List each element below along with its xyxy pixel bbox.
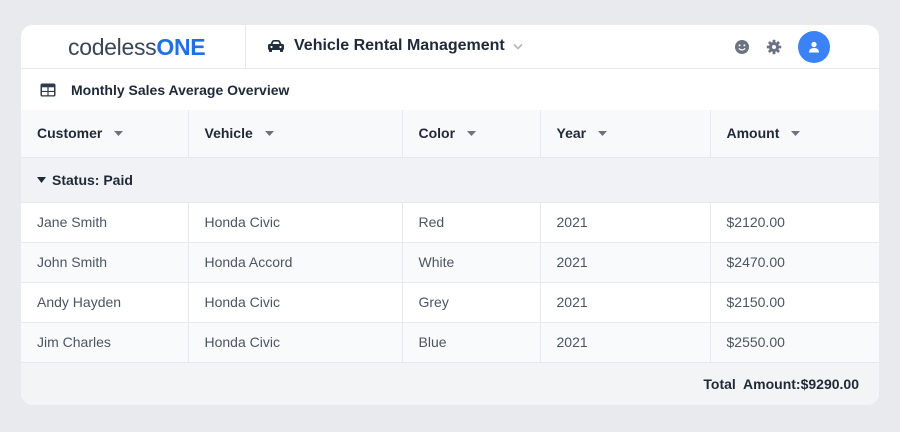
cell-color: Blue	[402, 322, 541, 363]
column-header-label: Vehicle	[204, 125, 253, 142]
app-title: Vehicle Rental Management	[294, 37, 505, 54]
cell-customer: Jim Charles	[21, 322, 189, 363]
sort-caret-icon[interactable]	[114, 130, 124, 136]
total-value: $9290.00	[800, 375, 859, 392]
column-header-customer[interactable]: Customer	[21, 110, 189, 158]
cell-color: White	[402, 242, 541, 283]
cell-year: 2021	[540, 322, 711, 363]
table-row[interactable]: Andy Hayden Honda Civic Grey 2021 $2150.…	[21, 282, 879, 323]
sort-caret-icon[interactable]	[598, 130, 608, 136]
table-header-row: Customer Vehicle Color Year Amount	[21, 110, 879, 158]
top-bar: codelessONE Vehicle Rental Management	[21, 25, 879, 69]
section-title: Monthly Sales Average Overview	[71, 81, 290, 98]
cell-color: Grey	[402, 282, 541, 323]
table-row[interactable]: Jane Smith Honda Civic Red 2021 $2120.00	[21, 202, 879, 243]
column-header-label: Customer	[37, 125, 103, 142]
cell-year: 2021	[540, 242, 711, 283]
sales-table: Customer Vehicle Color Year Amount Statu…	[21, 110, 879, 363]
cell-customer: Jane Smith	[21, 202, 189, 243]
table-icon	[40, 83, 56, 96]
logo-text-codeless: codeless	[68, 34, 157, 60]
gear-icon[interactable]	[766, 39, 782, 55]
sort-caret-icon[interactable]	[467, 130, 477, 136]
sort-caret-icon[interactable]	[264, 130, 274, 136]
cell-amount: $2550.00	[710, 322, 879, 363]
cell-vehicle: Honda Civic	[188, 202, 403, 243]
car-icon	[268, 40, 284, 52]
table-footer: Total Amount: $9290.00	[21, 362, 879, 405]
cell-customer: Andy Hayden	[21, 282, 189, 323]
user-avatar[interactable]	[798, 31, 830, 63]
column-header-label: Year	[556, 125, 587, 142]
chevron-down-icon	[513, 43, 523, 50]
column-header-color[interactable]: Color	[402, 110, 541, 158]
collapse-triangle-icon[interactable]	[37, 176, 46, 183]
table-row[interactable]: John Smith Honda Accord White 2021 $2470…	[21, 242, 879, 283]
sort-caret-icon[interactable]	[791, 130, 801, 136]
total-label: Total Amount:	[703, 375, 801, 392]
cell-year: 2021	[540, 282, 711, 323]
column-header-vehicle[interactable]: Vehicle	[188, 110, 403, 158]
column-header-label: Color	[418, 125, 456, 142]
cell-vehicle: Honda Civic	[188, 322, 403, 363]
cell-amount: $2120.00	[710, 202, 879, 243]
cell-amount: $2150.00	[710, 282, 879, 323]
app-switcher[interactable]: Vehicle Rental Management	[267, 37, 523, 55]
cell-vehicle: Honda Civic	[188, 282, 403, 323]
smiley-icon[interactable]	[734, 39, 750, 55]
group-label: Status: Paid	[52, 171, 133, 188]
app-window: codelessONE Vehicle Rental Management Mo…	[21, 25, 879, 405]
cell-customer: John Smith	[21, 242, 189, 283]
divider	[245, 25, 246, 69]
group-row[interactable]: Status: Paid	[21, 157, 879, 203]
table-row[interactable]: Jim Charles Honda Civic Blue 2021 $2550.…	[21, 322, 879, 363]
column-header-label: Amount	[726, 125, 780, 142]
cell-amount: $2470.00	[710, 242, 879, 283]
column-header-amount[interactable]: Amount	[710, 110, 879, 158]
group-cell[interactable]: Status: Paid	[21, 157, 879, 203]
brand-logo[interactable]: codelessONE	[68, 34, 206, 61]
cell-vehicle: Honda Accord	[188, 242, 403, 283]
cell-color: Red	[402, 202, 541, 243]
logo-text-one: ONE	[156, 34, 206, 60]
section-header: Monthly Sales Average Overview	[21, 69, 879, 110]
column-header-year[interactable]: Year	[540, 110, 711, 158]
user-avatar-icon	[809, 41, 819, 53]
cell-year: 2021	[540, 202, 711, 243]
